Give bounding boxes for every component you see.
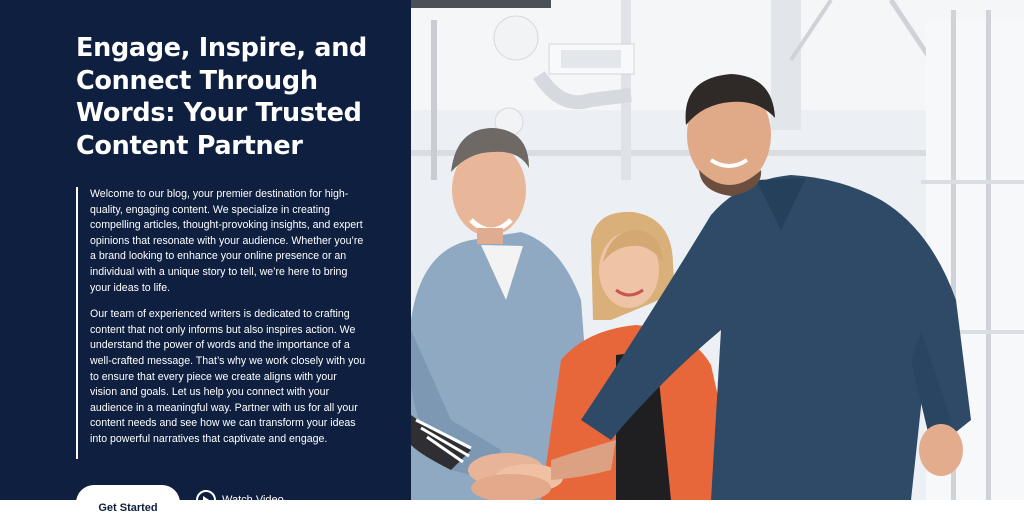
hero-headline: Engage, Inspire, and Connect Through Wor… — [76, 33, 368, 161]
get-started-button[interactable]: Get Started — [76, 485, 180, 521]
hero-description: Welcome to our blog, your premier destin… — [76, 187, 366, 459]
hero-text-panel: Engage, Inspire, and Connect Through Wor… — [0, 0, 411, 521]
hero-image — [411, 0, 1024, 500]
hero-paragraph-intro: Welcome to our blog, your premier destin… — [90, 188, 364, 294]
team-photo-illustration — [411, 0, 1024, 500]
play-circle-icon — [196, 490, 216, 510]
watch-video-label: Watch Video — [222, 494, 284, 506]
hero-section: Engage, Inspire, and Connect Through Wor… — [0, 0, 1024, 521]
hero-paragraph-team: Our team of experienced writers is dedic… — [90, 308, 366, 445]
watch-video-link[interactable]: Watch Video — [196, 490, 284, 510]
